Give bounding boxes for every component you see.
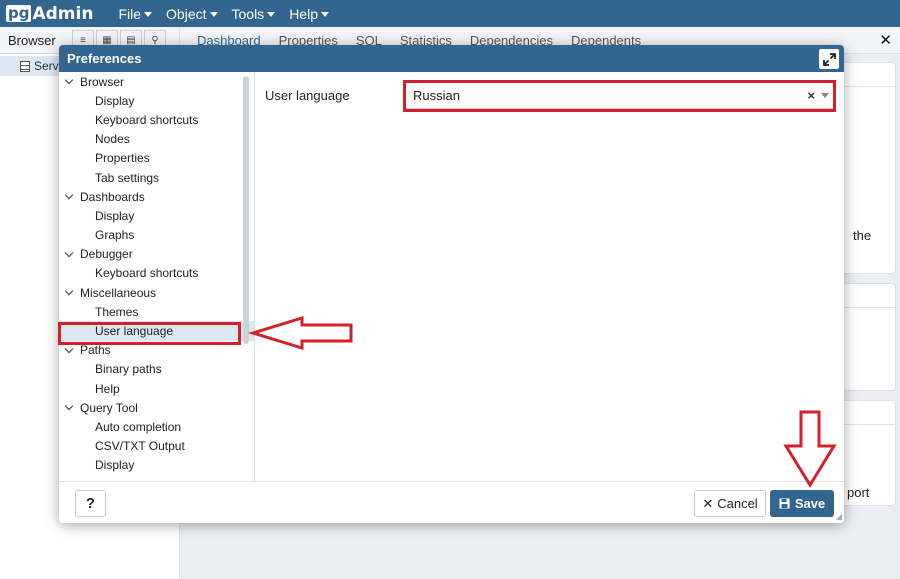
chevron-down-icon[interactable] xyxy=(821,93,829,98)
preferences-tree: Browser Display Keyboard shortcuts Nodes Pro… xyxy=(59,72,255,481)
main-menu: File Object Tools Help xyxy=(111,6,336,22)
pref-tree-item-label: Graphs xyxy=(95,228,135,243)
pref-tree-item-label: Dashboards xyxy=(80,189,145,204)
pref-tree-item[interactable]: Miscellaneous xyxy=(59,283,254,302)
servers-icon xyxy=(20,60,30,72)
chevron-down-icon[interactable] xyxy=(64,248,74,258)
pref-tree-item-label: Browser xyxy=(80,74,125,89)
floppy-disk-icon xyxy=(779,498,790,509)
pref-tree-item-label: Tab settings xyxy=(95,170,160,185)
pref-tree-item-label: Auto completion xyxy=(95,419,182,434)
menu-file[interactable]: File xyxy=(111,6,159,22)
pref-tree-item-label: Display xyxy=(95,208,135,223)
pref-tree-item[interactable]: Display xyxy=(59,206,254,225)
pref-tree-item-label: Keyboard shortcuts xyxy=(95,112,199,127)
menu-help[interactable]: Help xyxy=(282,6,336,22)
user-language-label: User language xyxy=(265,88,350,103)
card-text-fragment: port xyxy=(847,485,870,500)
pref-tree-item[interactable]: Nodes xyxy=(59,130,254,149)
chevron-down-icon xyxy=(209,11,218,17)
pref-tree-item[interactable]: Dashboards xyxy=(59,187,254,206)
resize-grip-icon[interactable]: ◢ xyxy=(836,512,842,521)
pref-tree-item-label: Query Tool xyxy=(80,400,138,415)
menu-object[interactable]: Object xyxy=(159,6,224,22)
pref-tree-item-label: Keyboard shortcuts xyxy=(95,266,199,281)
clear-icon[interactable]: × xyxy=(807,88,815,103)
pref-tree-item[interactable]: Binary paths xyxy=(59,360,254,379)
tree-scrollbar[interactable] xyxy=(243,76,249,344)
pref-tree-item-label: Nodes xyxy=(95,132,130,147)
pref-tree-item[interactable]: Help xyxy=(59,379,254,398)
pref-tree-item[interactable]: CSV/TXT Output xyxy=(59,437,254,456)
user-language-value: Russian xyxy=(413,87,460,103)
logo-admin: Admin xyxy=(32,3,94,24)
chevron-down-icon[interactable] xyxy=(64,190,74,200)
dialog-footer: ? ✕ Cancel Save ◢ xyxy=(59,481,844,523)
chevron-down-icon[interactable] xyxy=(64,75,74,85)
pref-tree-item[interactable]: Display xyxy=(59,456,254,475)
pgadmin-logo[interactable]: pg Admin xyxy=(6,4,93,24)
pref-tree-item[interactable]: Tab settings xyxy=(59,168,254,187)
tree-item-label: Serv xyxy=(34,59,59,73)
pref-tree-item[interactable]: Debugger xyxy=(59,245,254,264)
pref-tree-item-label: Paths xyxy=(80,343,111,358)
browser-panel-title: Browser xyxy=(8,32,56,48)
top-navbar: pg Admin File Object Tools Help xyxy=(0,0,900,27)
save-label: Save xyxy=(794,496,826,511)
chevron-down-icon xyxy=(267,11,276,17)
dialog-title: Preferences xyxy=(67,51,142,66)
preferences-content: User language Russian × xyxy=(255,72,844,481)
cancel-label: Cancel xyxy=(717,496,758,511)
pref-tree-item[interactable]: Properties xyxy=(59,149,254,168)
pref-tree-item[interactable]: Graphs xyxy=(59,226,254,245)
pref-tree-item-label: Themes xyxy=(95,304,139,319)
close-icon[interactable]: ✕ xyxy=(879,31,892,49)
help-button[interactable]: ? xyxy=(75,490,106,517)
maximize-icon[interactable] xyxy=(819,49,839,69)
pref-tree-item[interactable]: Keyboard shortcuts xyxy=(59,264,254,283)
cancel-button[interactable]: ✕ Cancel xyxy=(694,490,766,517)
chevron-down-icon xyxy=(320,11,329,17)
card-text-fragment: the xyxy=(853,228,872,243)
pref-tree-item-label: Display xyxy=(95,458,135,473)
menu-tools[interactable]: Tools xyxy=(225,6,283,22)
logo-pg: pg xyxy=(6,4,32,22)
close-icon: ✕ xyxy=(702,495,714,511)
pref-tree-item-label: Properties xyxy=(95,151,150,166)
pref-tree-item-label: Display xyxy=(95,93,135,108)
chevron-down-icon[interactable] xyxy=(64,344,74,353)
chevron-down-icon[interactable] xyxy=(64,402,74,411)
user-language-select[interactable]: Russian × xyxy=(404,81,836,109)
pref-tree-item-label: User language xyxy=(95,324,174,339)
dialog-header: Preferences xyxy=(59,45,844,72)
chevron-down-icon xyxy=(144,11,153,17)
dialog-body: Browser Display Keyboard shortcuts Nodes Pro… xyxy=(59,72,844,481)
pref-tree-item-label: Binary paths xyxy=(95,362,162,377)
pref-tree-item[interactable]: Browser xyxy=(59,72,254,91)
pref-tree-item[interactable]: Query Tool xyxy=(59,398,254,417)
pref-tree-item[interactable]: Themes xyxy=(59,302,254,321)
pref-tree-item[interactable]: Display xyxy=(59,91,254,110)
pref-tree-item[interactable]: Keyboard shortcuts xyxy=(59,110,254,129)
pref-tree-item-label: Help xyxy=(95,381,120,396)
save-button[interactable]: Save xyxy=(770,490,834,517)
pref-tree-item[interactable]: User language xyxy=(59,321,254,341)
pref-tree-item-label: CSV/TXT Output xyxy=(95,439,185,454)
pref-tree-item-label: Miscellaneous xyxy=(80,285,157,300)
preferences-dialog: Preferences Browser Display Keyboard short… xyxy=(59,45,844,523)
pref-tree-item-label: Debugger xyxy=(80,247,133,262)
pref-tree-item[interactable]: Paths xyxy=(59,341,254,360)
pref-tree-item[interactable]: Auto completion xyxy=(59,417,254,436)
chevron-down-icon[interactable] xyxy=(64,286,74,296)
